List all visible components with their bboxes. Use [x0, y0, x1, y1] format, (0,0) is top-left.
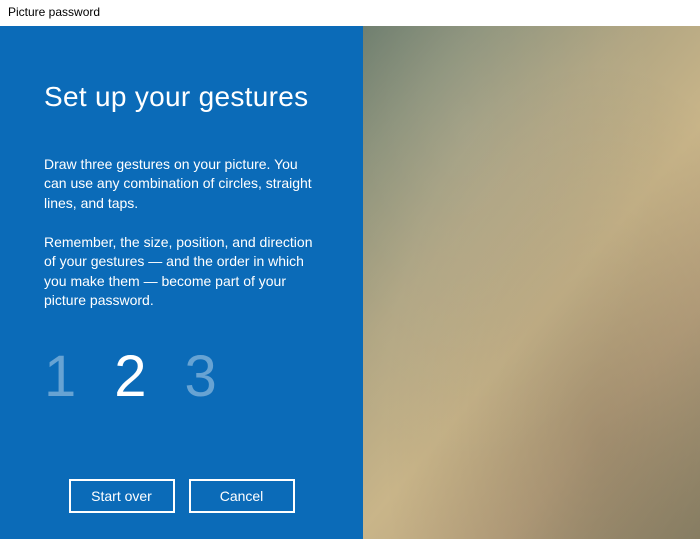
cancel-button[interactable]: Cancel: [189, 479, 295, 513]
window-titlebar: Picture password: [0, 0, 700, 26]
gesture-picture-area[interactable]: [363, 26, 700, 539]
step-2: 2: [114, 348, 146, 406]
instruction-paragraph-2: Remember, the size, position, and direct…: [44, 233, 319, 310]
page-title: Set up your gestures: [44, 81, 319, 113]
instruction-paragraph-1: Draw three gestures on your picture. You…: [44, 155, 319, 213]
window-title: Picture password: [8, 5, 100, 19]
start-over-button[interactable]: Start over: [69, 479, 175, 513]
step-1: 1: [44, 348, 76, 406]
button-row: Start over Cancel: [0, 479, 363, 513]
step-indicator: 1 2 3: [44, 348, 319, 406]
instruction-panel: Set up your gestures Draw three gestures…: [0, 26, 363, 539]
main-container: Set up your gestures Draw three gestures…: [0, 26, 700, 539]
step-3: 3: [185, 348, 217, 406]
